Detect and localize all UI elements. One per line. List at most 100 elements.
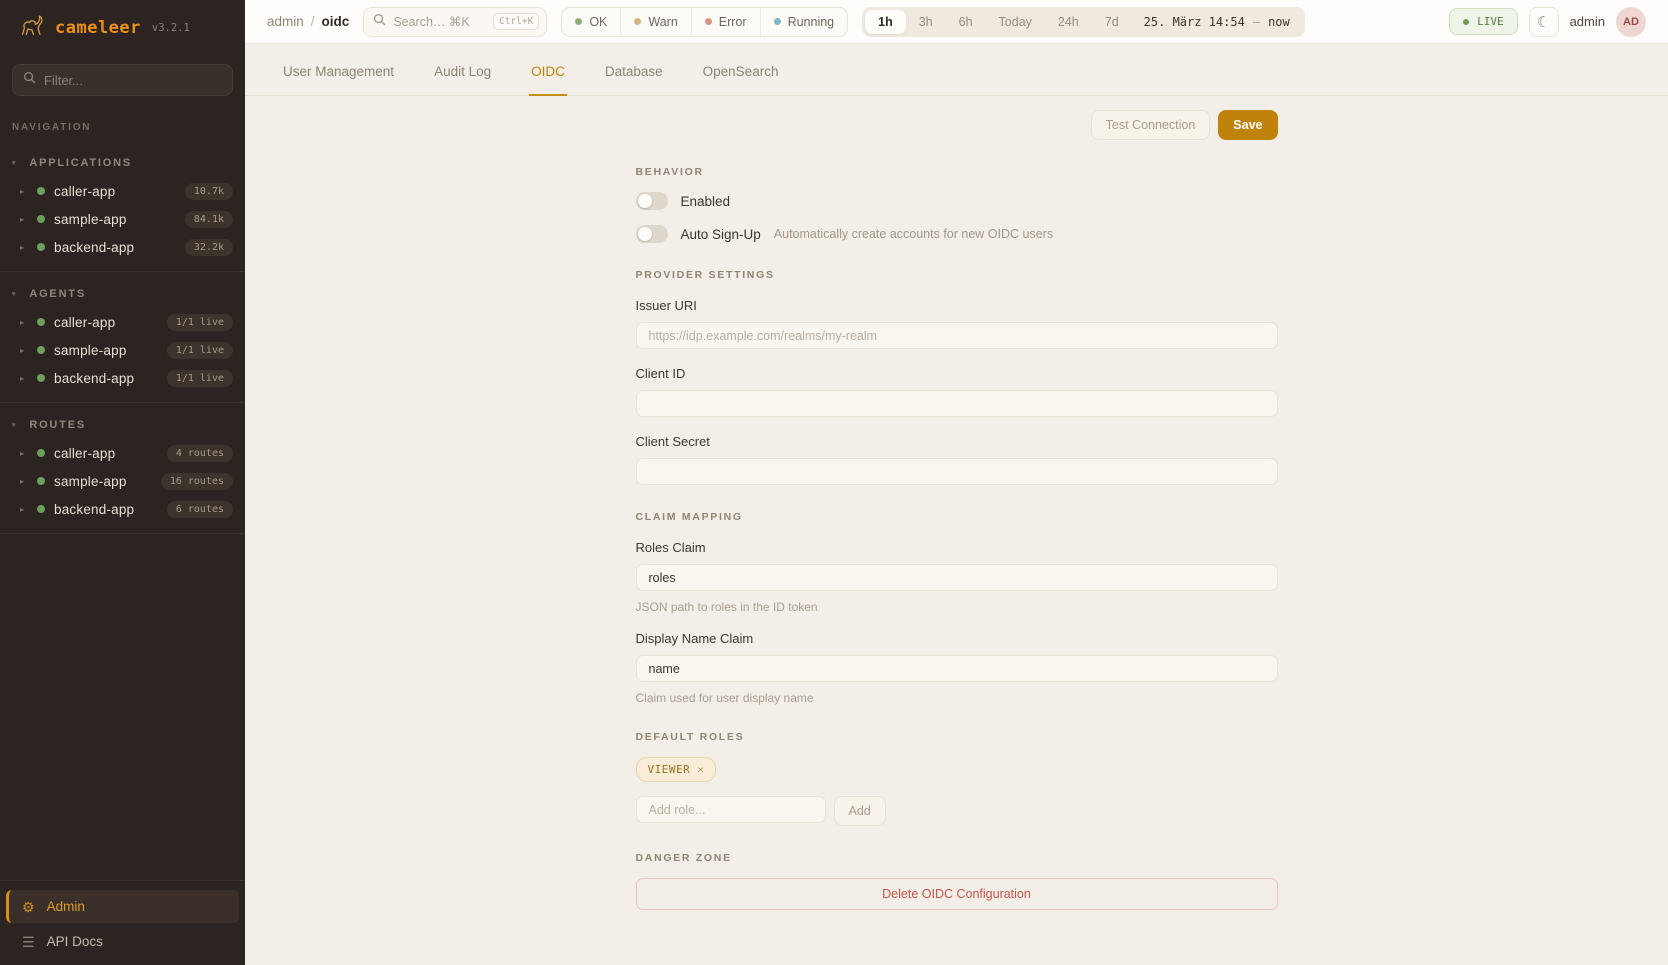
client-secret-input[interactable] bbox=[636, 458, 1278, 485]
tab-opensearch[interactable]: OpenSearch bbox=[701, 44, 781, 96]
chevron-down-icon: ▾ bbox=[12, 291, 17, 298]
theme-toggle-button[interactable]: ☾ bbox=[1529, 7, 1559, 37]
sidebar-item-admin[interactable]: ⚙ Admin bbox=[6, 890, 239, 923]
gear-icon: ⚙ bbox=[22, 900, 35, 914]
time-range-1h[interactable]: 1h bbox=[865, 10, 906, 34]
top-right-cluster: LIVE ☾ admin AD bbox=[1449, 7, 1646, 37]
global-search[interactable]: Ctrl+K bbox=[363, 7, 547, 37]
section-title: AGENTS bbox=[29, 288, 86, 300]
status-filter-ok[interactable]: OK bbox=[562, 8, 621, 36]
error-dot-icon bbox=[705, 18, 712, 25]
status-dot-icon bbox=[37, 346, 45, 354]
status-label: OK bbox=[589, 15, 607, 29]
sidebar-item-sample-app-routes[interactable]: ▸ sample-app 16 routes bbox=[0, 467, 245, 495]
item-label: caller-app bbox=[54, 184, 176, 199]
sidebar-item-caller-app[interactable]: ▸ caller-app 10.7k bbox=[0, 177, 245, 205]
display-name-claim-input[interactable] bbox=[636, 655, 1278, 682]
global-search-input[interactable] bbox=[393, 15, 486, 29]
client-secret-label: Client Secret bbox=[636, 434, 1278, 449]
section-title: ROUTES bbox=[29, 419, 86, 431]
live-label: LIVE bbox=[1477, 15, 1504, 28]
roles-claim-hint: JSON path to roles in the ID token bbox=[636, 600, 1278, 614]
status-filter-warn[interactable]: Warn bbox=[621, 8, 691, 36]
item-label: backend-app bbox=[54, 240, 176, 255]
running-dot-icon bbox=[774, 18, 781, 25]
autosignup-toggle-row: Auto Sign-Up Automatically create accoun… bbox=[636, 225, 1278, 243]
warn-dot-icon bbox=[634, 18, 641, 25]
time-range-6h[interactable]: 6h bbox=[946, 10, 986, 34]
sidebar-item-backend-app-agent[interactable]: ▸ backend-app 1/1 live bbox=[0, 364, 245, 392]
time-from: 25. März 14:54 bbox=[1144, 15, 1245, 29]
time-range-24h[interactable]: 24h bbox=[1045, 10, 1092, 34]
sidebar-item-backend-app[interactable]: ▸ backend-app 32.2k bbox=[0, 233, 245, 261]
tab-oidc[interactable]: OIDC bbox=[529, 44, 567, 96]
sidebar-item-backend-app-routes[interactable]: ▸ backend-app 6 routes bbox=[0, 495, 245, 523]
add-role-input[interactable] bbox=[636, 796, 826, 823]
status-label: Warn bbox=[648, 15, 677, 29]
user-name: admin bbox=[1570, 14, 1605, 29]
roles-claim-input[interactable] bbox=[636, 564, 1278, 591]
item-badge: 84.1k bbox=[185, 211, 233, 228]
section-header-applications[interactable]: ▾ APPLICATIONS bbox=[0, 147, 245, 177]
remove-chip-icon[interactable]: × bbox=[697, 763, 704, 776]
autosignup-toggle[interactable] bbox=[636, 225, 668, 243]
section-header-agents[interactable]: ▾ AGENTS bbox=[0, 278, 245, 308]
brand-version: v3.2.1 bbox=[152, 22, 190, 34]
chevron-right-icon: ▸ bbox=[20, 318, 28, 327]
section-title: APPLICATIONS bbox=[29, 157, 132, 169]
status-filter-error[interactable]: Error bbox=[692, 8, 761, 36]
form-actions: Test Connection Save bbox=[636, 110, 1278, 140]
add-role-button[interactable]: Add bbox=[834, 796, 886, 826]
delete-oidc-button[interactable]: Delete OIDC Configuration bbox=[636, 878, 1278, 910]
section-header-routes[interactable]: ▾ ROUTES bbox=[0, 409, 245, 439]
sidebar-item-sample-app-agent[interactable]: ▸ sample-app 1/1 live bbox=[0, 336, 245, 364]
admin-label: Admin bbox=[47, 899, 85, 914]
item-badge: 1/1 live bbox=[167, 314, 233, 331]
chevron-down-icon: ▾ bbox=[12, 422, 17, 429]
settings-tabbar: User Management Audit Log OIDC Database … bbox=[245, 44, 1668, 96]
status-filter-running[interactable]: Running bbox=[761, 8, 848, 36]
breadcrumb: admin / oidc bbox=[267, 14, 349, 29]
brand-header: cameleer v3.2.1 bbox=[0, 0, 245, 55]
status-label: Running bbox=[788, 15, 835, 29]
time-separator: – bbox=[1253, 15, 1260, 29]
sidebar-item-api-docs[interactable]: ☰ API Docs bbox=[6, 923, 239, 953]
breadcrumb-root[interactable]: admin bbox=[267, 14, 304, 29]
sidebar-filter-input[interactable] bbox=[44, 73, 222, 88]
sidebar-item-caller-app-agent[interactable]: ▸ caller-app 1/1 live bbox=[0, 308, 245, 336]
issuer-uri-input[interactable] bbox=[636, 322, 1278, 349]
time-to: now bbox=[1268, 15, 1290, 29]
test-connection-button[interactable]: Test Connection bbox=[1091, 110, 1211, 140]
item-badge: 1/1 live bbox=[167, 370, 233, 387]
client-id-input[interactable] bbox=[636, 390, 1278, 417]
api-docs-label: API Docs bbox=[47, 934, 103, 949]
tab-user-management[interactable]: User Management bbox=[281, 44, 396, 96]
item-badge: 32.2k bbox=[185, 239, 233, 256]
item-badge: 10.7k bbox=[185, 183, 233, 200]
role-chip-viewer: VIEWER × bbox=[636, 757, 717, 782]
status-label: Error bbox=[719, 15, 747, 29]
enabled-toggle[interactable] bbox=[636, 192, 668, 210]
sidebar-footer: ⚙ Admin ☰ API Docs bbox=[0, 880, 245, 965]
sidebar-item-caller-app-routes[interactable]: ▸ caller-app 4 routes bbox=[0, 439, 245, 467]
ok-dot-icon bbox=[575, 18, 582, 25]
item-badge: 6 routes bbox=[167, 501, 233, 518]
time-range-7d[interactable]: 7d bbox=[1092, 10, 1132, 34]
avatar[interactable]: AD bbox=[1616, 7, 1646, 37]
chevron-right-icon: ▸ bbox=[20, 187, 28, 196]
tab-database[interactable]: Database bbox=[603, 44, 665, 96]
default-roles-section-title: DEFAULT ROLES bbox=[636, 731, 1278, 743]
item-badge: 1/1 live bbox=[167, 342, 233, 359]
time-range-3h[interactable]: 3h bbox=[906, 10, 946, 34]
roles-claim-label: Roles Claim bbox=[636, 540, 1278, 555]
status-dot-icon bbox=[37, 243, 45, 251]
sidebar-item-sample-app[interactable]: ▸ sample-app 84.1k bbox=[0, 205, 245, 233]
oidc-form: Test Connection Save BEHAVIOR Enabled Au… bbox=[636, 96, 1278, 910]
time-range-today[interactable]: Today bbox=[986, 10, 1045, 34]
sidebar-filter[interactable] bbox=[12, 64, 233, 96]
live-badge[interactable]: LIVE bbox=[1449, 8, 1518, 35]
save-button[interactable]: Save bbox=[1218, 110, 1277, 140]
content-area: User Management Audit Log OIDC Database … bbox=[245, 44, 1668, 965]
chevron-down-icon: ▾ bbox=[12, 160, 17, 167]
tab-audit-log[interactable]: Audit Log bbox=[432, 44, 493, 96]
